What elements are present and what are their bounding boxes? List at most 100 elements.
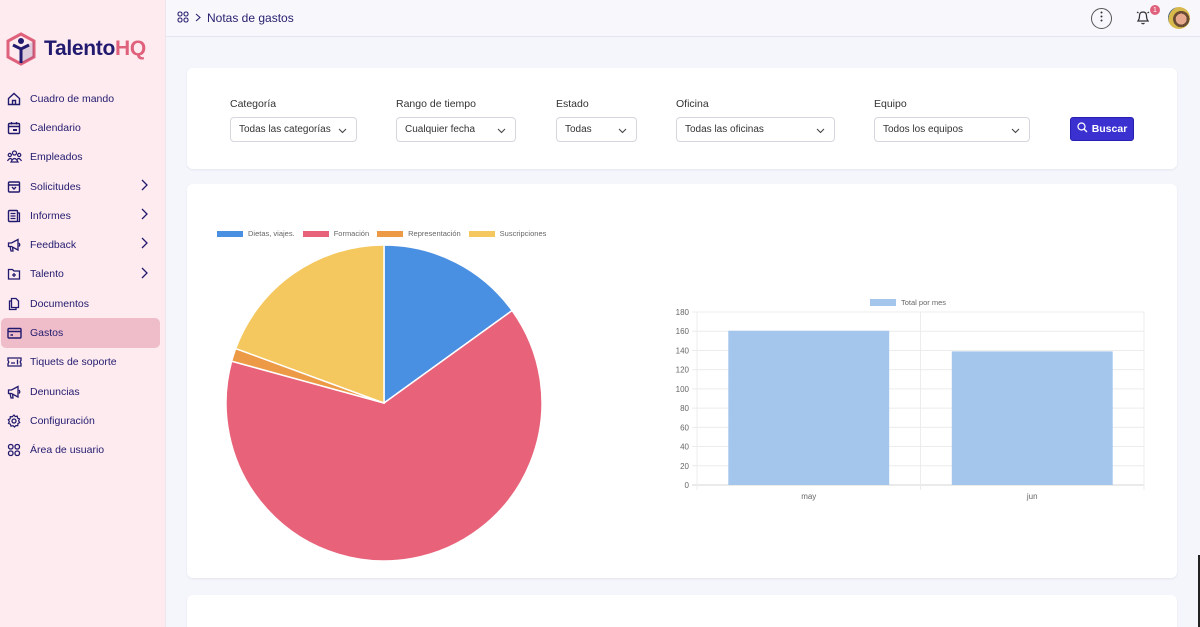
user-avatar[interactable] <box>1168 7 1190 29</box>
filter-label: Categoría <box>230 98 277 110</box>
sidebar-item-feedback[interactable]: Feedback <box>0 230 160 259</box>
chevron-down-icon <box>618 126 627 137</box>
sidebar-item-label: Solicitudes <box>30 180 81 193</box>
notifications-button[interactable]: 1 <box>1134 5 1160 30</box>
filter-oficina: Oficina Todas las oficinas <box>676 98 835 142</box>
chevron-right-icon[interactable] <box>140 208 148 223</box>
chevron-right-icon[interactable] <box>140 179 148 194</box>
oficina-select[interactable]: Todas las oficinas <box>676 117 835 142</box>
sidebar-item-informes[interactable]: Informes <box>0 201 160 230</box>
credit-card-icon <box>6 325 22 341</box>
sidebar-item-documentos[interactable]: Documentos <box>0 289 160 318</box>
sidebar-item-label: Calendario <box>30 121 81 134</box>
sidebar-item-label: Empleados <box>30 151 83 164</box>
chevron-down-icon <box>816 126 825 137</box>
filter-rango: Rango de tiempo Cualquier fecha <box>396 98 516 142</box>
sidebar-item-area-de-usuario[interactable]: Área de usuario <box>0 436 160 465</box>
sidebar-item-label: Área de usuario <box>30 444 105 457</box>
notification-badge: 1 <box>1150 5 1160 15</box>
chevron-down-icon <box>338 126 347 137</box>
sidebar-item-label: Gastos <box>30 327 64 340</box>
breadcrumb-current: Notas de gastos <box>207 11 294 25</box>
sidebar-item-tiquets-de-soporte[interactable]: Tiquets de soporte <box>0 348 160 377</box>
more-options-button[interactable] <box>1091 7 1112 29</box>
filter-label: Oficina <box>676 98 709 110</box>
filter-equipo: Equipo Todos los equipos <box>874 98 1030 142</box>
sidebar-nav: Cuadro de mando Calendario Empleados Sol… <box>0 84 166 465</box>
sidebar-item-label: Configuración <box>30 414 95 427</box>
folder-plus-icon <box>6 266 22 282</box>
topbar: Notas de gastos 1 <box>166 0 1200 37</box>
chevron-down-icon <box>1011 126 1020 137</box>
megaphone-icon <box>6 384 22 400</box>
logo-icon <box>6 32 36 66</box>
search-button[interactable]: Buscar <box>1070 117 1134 141</box>
sidebar-item-calendario[interactable]: Calendario <box>0 113 160 142</box>
y-tick-label: 160 <box>676 327 690 336</box>
equipo-select[interactable]: Todos los equipos <box>874 117 1030 142</box>
grid-icon <box>6 442 22 458</box>
gear-icon <box>6 413 22 429</box>
sidebar-item-label: Informes <box>30 209 71 222</box>
filter-label: Rango de tiempo <box>396 98 476 110</box>
chevron-right-icon <box>195 11 201 25</box>
sidebar-item-cuadro-de-mando[interactable]: Cuadro de mando <box>0 84 160 113</box>
bar-chart: 0 20 40 60 80 100 120 140 160 180 may jun <box>676 308 1145 501</box>
grid-icon[interactable] <box>177 10 189 26</box>
documents-icon <box>6 296 22 312</box>
x-tick-label: may <box>801 492 816 501</box>
y-tick-label: 120 <box>676 366 690 375</box>
chevron-right-icon[interactable] <box>140 237 148 252</box>
bar-jun[interactable] <box>951 351 1113 485</box>
users-icon <box>6 149 22 165</box>
filters-card: Categoría Todas las categorías Rango de … <box>187 68 1177 169</box>
y-tick-label: 40 <box>680 443 689 452</box>
y-tick-label: 100 <box>676 385 690 394</box>
sidebar-item-label: Documentos <box>30 297 89 310</box>
table-card <box>187 595 1177 627</box>
inbox-icon <box>6 179 22 195</box>
y-tick-label: 20 <box>680 462 689 471</box>
sidebar-item-label: Talento <box>30 268 64 281</box>
filter-label: Equipo <box>874 98 907 110</box>
y-tick-label: 60 <box>680 423 689 432</box>
megaphone-icon <box>6 237 22 253</box>
rango-select[interactable]: Cualquier fecha <box>396 117 516 142</box>
sidebar-item-talento[interactable]: Talento <box>0 260 160 289</box>
logo[interactable]: TalentoHQ <box>6 32 146 66</box>
sidebar: TalentoHQ Cuadro de mando Calendario Emp… <box>0 0 166 627</box>
filter-categoria: Categoría Todas las categorías <box>230 98 357 142</box>
sidebar-item-label: Tiquets de soporte <box>30 356 117 369</box>
charts-card: Dietas, viajes. Formación Representación Su… <box>187 184 1177 578</box>
sidebar-item-configuracion[interactable]: Configuración <box>0 406 160 435</box>
sidebar-item-empleados[interactable]: Empleados <box>0 143 160 172</box>
sidebar-item-label: Feedback <box>30 239 77 252</box>
search-icon <box>1077 122 1092 136</box>
ticket-icon <box>6 354 22 370</box>
calendar-icon <box>6 120 22 136</box>
more-vertical-icon <box>1100 9 1103 27</box>
home-icon <box>6 91 22 107</box>
sidebar-item-solicitudes[interactable]: Solicitudes <box>0 172 160 201</box>
estado-select[interactable]: Todas <box>556 117 637 142</box>
x-tick-label: jun <box>1026 492 1038 501</box>
sidebar-item-label: Cuadro de mando <box>30 92 115 105</box>
y-tick-label: 80 <box>680 404 689 413</box>
topbar-actions: 1 <box>1091 5 1190 30</box>
filter-estado: Estado Todas <box>556 98 637 142</box>
sidebar-item-denuncias[interactable]: Denuncias <box>0 377 160 406</box>
filter-label: Estado <box>556 98 589 110</box>
breadcrumb: Notas de gastos <box>177 10 294 26</box>
y-tick-label: 180 <box>676 308 690 317</box>
bell-icon <box>1134 11 1152 30</box>
chevron-right-icon[interactable] <box>140 267 148 282</box>
categoria-select[interactable]: Todas las categorías <box>230 117 357 142</box>
y-tick-label: 0 <box>685 481 690 490</box>
sidebar-item-gastos[interactable]: Gastos <box>1 318 160 348</box>
y-tick-label: 140 <box>676 346 690 355</box>
sidebar-item-label: Denuncias <box>30 385 80 398</box>
report-icon <box>6 208 22 224</box>
bar-may[interactable] <box>728 330 890 485</box>
chevron-down-icon <box>497 126 506 137</box>
app-name: TalentoHQ <box>44 37 146 60</box>
